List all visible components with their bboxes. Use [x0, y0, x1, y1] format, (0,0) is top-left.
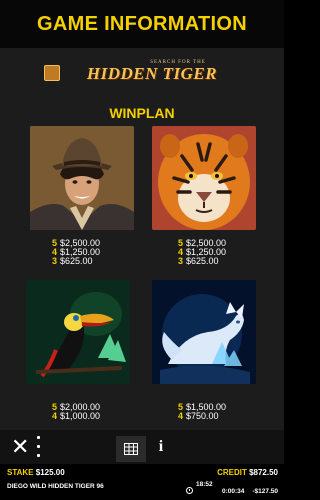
- toucan-payouts: 5 $2,000.00 4 $1,000.00: [52, 403, 142, 421]
- table-icon: [124, 443, 138, 455]
- payout-amount: $1,000.00: [60, 411, 101, 421]
- status-bar: STAKE $125.00 CREDIT $872.50 DIEGO WILD …: [0, 464, 284, 500]
- session-time: 0:00:34: [222, 488, 245, 495]
- more-vertical-icon[interactable]: [36, 436, 42, 458]
- game-name: DIEGO WILD HIDDEN TIGER 96: [7, 483, 104, 490]
- credit-label: CREDIT: [217, 468, 247, 477]
- payout-amount: $625.00: [60, 256, 93, 266]
- payout-amount: $625.00: [186, 256, 219, 266]
- payout-count: 4: [178, 411, 184, 421]
- current-time: 18:52: [196, 481, 213, 488]
- logo-name: HIDDEN TIGER: [86, 64, 218, 83]
- toucan-symbol: [26, 280, 130, 384]
- logo-badge-icon: [44, 65, 60, 81]
- stake-value: $125.00: [35, 468, 65, 477]
- info-icon[interactable]: i: [156, 436, 166, 458]
- tiger-payouts: 5 $2,500.00 4 $1,250.00 3 $625.00: [178, 239, 268, 266]
- tiger-symbol: [152, 126, 256, 230]
- stake-display: STAKE $125.00: [7, 468, 65, 477]
- arctic-fox-symbol: [152, 280, 256, 384]
- explorer-symbol: [30, 126, 134, 230]
- payout-row: 3 $625.00: [52, 257, 142, 266]
- game-info-content[interactable]: SEARCH FOR THE HIDDEN TIGER WINPLAN 5 $2…: [0, 48, 284, 430]
- timer-icon: [186, 487, 193, 494]
- explorer-payouts: 5 $2,500.00 4 $1,250.00 3 $625.00: [52, 239, 142, 266]
- winplan-title: WINPLAN: [109, 105, 175, 121]
- clock-display: 18:52: [196, 481, 213, 488]
- session-result: -$127.50: [252, 488, 278, 495]
- payout-amount: $750.00: [186, 411, 219, 421]
- payout-row: 4 $1,000.00: [52, 412, 142, 421]
- game-logo: SEARCH FOR THE HIDDEN TIGER: [44, 60, 240, 86]
- payout-row: 4 $750.00: [178, 412, 268, 421]
- page-title: GAME INFORMATION: [37, 12, 247, 35]
- credit-value: $872.50: [249, 468, 278, 477]
- paytable-button[interactable]: [116, 436, 146, 462]
- header: GAME INFORMATION: [0, 0, 284, 48]
- bottom-toolbar: ✕ i: [0, 430, 284, 464]
- payout-count: 4: [52, 411, 58, 421]
- close-icon[interactable]: ✕: [11, 436, 29, 458]
- payout-row: 3 $625.00: [178, 257, 268, 266]
- stake-label: STAKE: [7, 468, 34, 477]
- arctic-fox-payouts: 5 $1,500.00 4 $750.00: [178, 403, 268, 421]
- credit-display: CREDIT $872.50: [217, 468, 278, 477]
- payout-count: 3: [178, 256, 184, 266]
- payout-count: 3: [52, 256, 58, 266]
